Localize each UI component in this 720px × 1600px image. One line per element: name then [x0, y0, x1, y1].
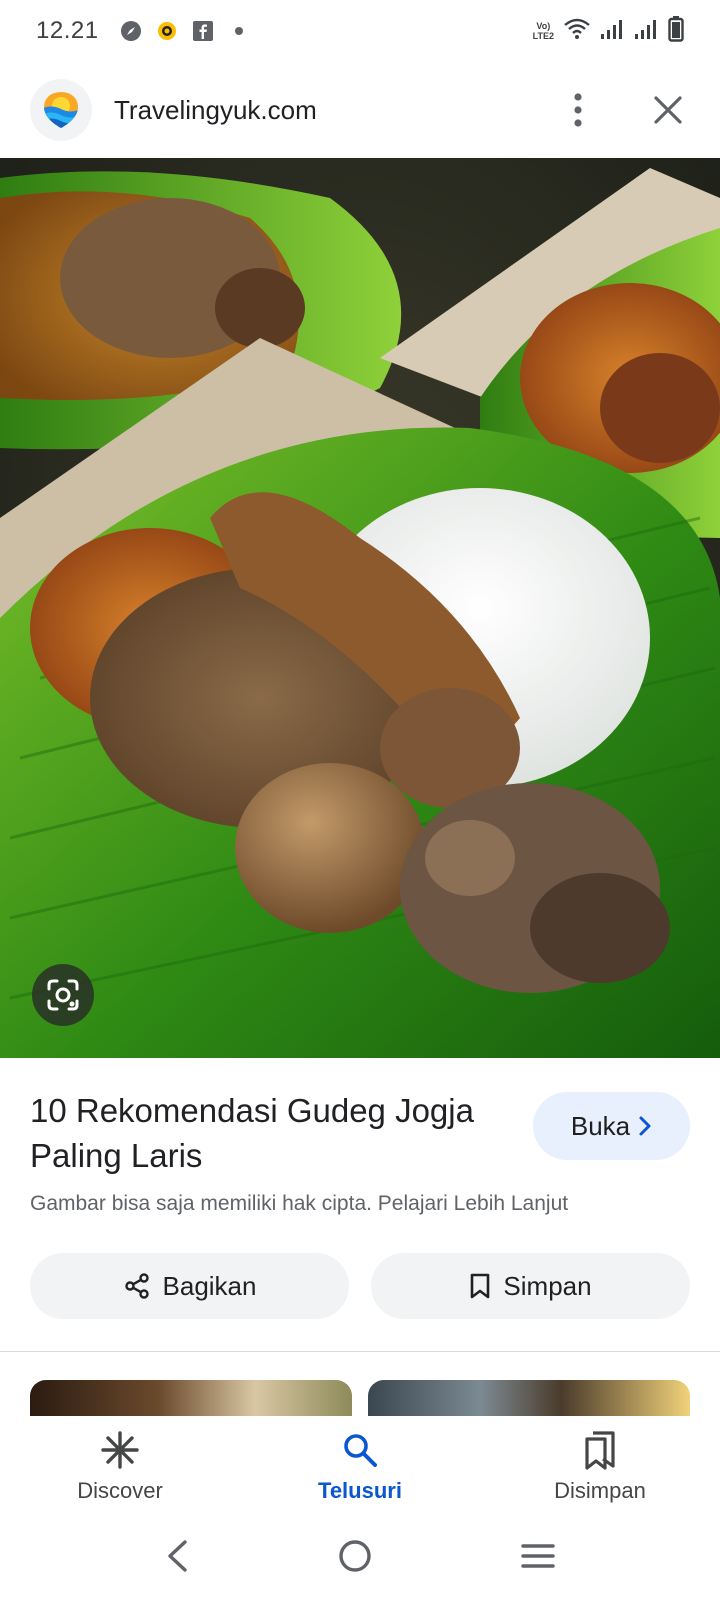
volte-label: Vo) [536, 21, 551, 31]
wifi-icon [564, 18, 590, 45]
share-icon [124, 1273, 149, 1299]
nav-discover-label: Discover [77, 1478, 163, 1503]
more-options-button[interactable] [556, 88, 600, 132]
nav-discover[interactable]: Discover [0, 1416, 240, 1516]
copyright-notice[interactable]: Gambar bisa saja memiliki hak cipta. Pel… [30, 1192, 568, 1216]
travel-logo-icon [44, 92, 78, 128]
more-vert-icon [574, 93, 582, 127]
result-image[interactable] [0, 158, 720, 1058]
signal-icon-1 [600, 18, 624, 45]
home-icon [339, 1539, 371, 1572]
nav-saved[interactable]: Disimpan [480, 1416, 720, 1516]
volte-icon: Vo) LTE2 [533, 21, 554, 41]
share-button[interactable]: Bagikan [30, 1253, 349, 1319]
lens-icon [47, 979, 79, 1011]
search-icon [338, 1428, 382, 1472]
share-label: Bagikan [162, 1270, 257, 1301]
facebook-icon [191, 19, 215, 43]
system-status-icons: Vo) LTE2 [533, 15, 684, 47]
nav-saved-label: Disimpan [554, 1478, 646, 1503]
lens-button[interactable] [32, 964, 94, 1026]
save-label: Simpan [503, 1270, 592, 1301]
status-bar: 12.21 Vo) LTE2 [0, 0, 720, 62]
back-icon [167, 1539, 187, 1572]
open-button-label: Buka [570, 1110, 631, 1141]
site-logo[interactable] [30, 79, 92, 141]
compass-icon [119, 19, 143, 43]
nav-search-label: Telusuri [318, 1478, 402, 1503]
viewer-header: Travelingyuk.com [0, 62, 720, 158]
signal-icon-2 [634, 18, 658, 45]
asterisk-icon [98, 1428, 142, 1472]
food-photo [0, 158, 720, 1058]
menu-icon [521, 1543, 556, 1568]
recents-button[interactable] [521, 1542, 556, 1575]
save-button[interactable]: Simpan [371, 1253, 690, 1319]
close-icon [654, 96, 682, 124]
site-name[interactable]: Travelingyuk.com [114, 95, 317, 126]
bookmarks-icon [578, 1428, 622, 1472]
result-title[interactable]: 10 Rekomendasi Gudeg Jogja Paling Laris [30, 1088, 510, 1178]
lte-label: LTE2 [532, 31, 554, 41]
chevron-right-icon [639, 1116, 651, 1136]
header-actions [556, 88, 690, 132]
battery-icon [668, 15, 684, 47]
dot-icon [227, 19, 251, 43]
status-time: 12.21 [36, 17, 99, 44]
back-button[interactable] [165, 1539, 189, 1578]
home-button[interactable] [338, 1539, 372, 1578]
section-divider [0, 1351, 720, 1352]
related-image-2[interactable] [368, 1380, 690, 1416]
notification-icons [119, 19, 251, 43]
related-image-1[interactable] [30, 1380, 352, 1416]
bookmark-icon [471, 1273, 490, 1299]
close-button[interactable] [646, 88, 690, 132]
system-navigation [0, 1516, 720, 1600]
app-icon [155, 19, 179, 43]
bottom-navigation: Discover Telusuri Disimpan [0, 1416, 720, 1516]
nav-search[interactable]: Telusuri [240, 1416, 480, 1516]
open-button[interactable]: Buka [533, 1092, 690, 1160]
